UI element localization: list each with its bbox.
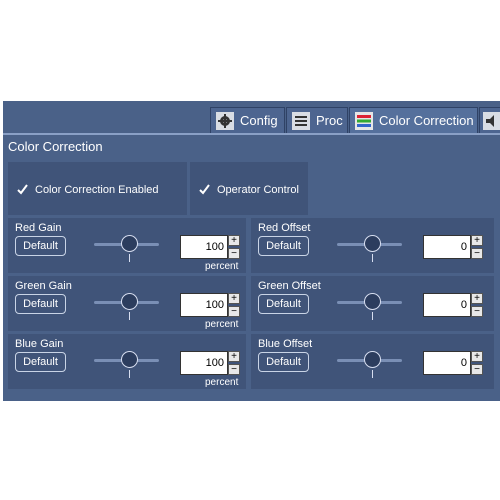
- red-gain-default-button[interactable]: Default: [15, 236, 66, 256]
- checkmark-icon: [198, 183, 211, 196]
- red-offset-input[interactable]: 0: [423, 235, 471, 259]
- operator-control-checkbox[interactable]: Operator Control: [198, 183, 299, 196]
- tab-config-label: Config: [240, 113, 278, 128]
- tab-proc-label: Proc: [316, 113, 343, 128]
- blue-gain-default-button[interactable]: Default: [15, 352, 66, 372]
- green-offset-slider-knob[interactable]: [364, 293, 381, 310]
- blue-offset-stepper[interactable]: + −: [471, 351, 483, 375]
- blue-gain-label: Blue Gain: [15, 338, 64, 350]
- cc-enabled-label: Color Correction Enabled: [35, 183, 159, 196]
- green-offset-label: Green Offset: [258, 280, 321, 292]
- blue-gain-slider-knob[interactable]: [121, 351, 138, 368]
- increment-button[interactable]: +: [228, 351, 240, 362]
- blue-offset-slider-knob[interactable]: [364, 351, 381, 368]
- tab-audio[interactable]: [479, 107, 500, 133]
- tab-proc[interactable]: Proc: [286, 107, 348, 133]
- section-title: Color Correction: [8, 139, 103, 154]
- slider-tick: [129, 312, 130, 320]
- red-gain-stepper[interactable]: + −: [228, 235, 240, 259]
- checkmark-icon: [16, 183, 29, 196]
- blue-offset-input[interactable]: 0: [423, 351, 471, 375]
- tab-color-correction[interactable]: Color Correction: [349, 107, 478, 133]
- slider-tick: [372, 254, 373, 262]
- green-gain-unit: percent: [205, 319, 239, 330]
- blue-gain-input[interactable]: 100: [180, 351, 228, 375]
- slider-tick: [372, 370, 373, 378]
- color-bars-icon: [355, 111, 373, 130]
- cc-enabled-box: Color Correction Enabled: [8, 162, 187, 215]
- increment-button[interactable]: +: [471, 293, 483, 304]
- red-gain-control: Red Gain Default 100 + − percent: [8, 218, 246, 273]
- green-gain-input[interactable]: 100: [180, 293, 228, 317]
- tab-config[interactable]: Config: [210, 107, 285, 133]
- green-gain-slider-knob[interactable]: [121, 293, 138, 310]
- green-offset-control: Green Offset Default 0 + −: [251, 276, 494, 331]
- green-gain-default-button[interactable]: Default: [15, 294, 66, 314]
- cc-enabled-checkbox[interactable]: Color Correction Enabled: [16, 183, 159, 196]
- decrement-button[interactable]: −: [471, 306, 483, 317]
- red-gain-slider-knob[interactable]: [121, 235, 138, 252]
- processing-icon: [292, 111, 310, 130]
- tab-underline: [3, 133, 500, 135]
- operator-control-box: Operator Control: [190, 162, 308, 215]
- increment-button[interactable]: +: [471, 351, 483, 362]
- red-offset-label: Red Offset: [258, 222, 311, 234]
- red-offset-control: Red Offset Default 0 + −: [251, 218, 494, 273]
- green-gain-stepper[interactable]: + −: [228, 293, 240, 317]
- increment-button[interactable]: +: [471, 235, 483, 246]
- green-offset-default-button[interactable]: Default: [258, 294, 309, 314]
- decrement-button[interactable]: −: [228, 364, 240, 375]
- blue-offset-default-button[interactable]: Default: [258, 352, 309, 372]
- slider-tick: [129, 254, 130, 262]
- red-gain-unit: percent: [205, 261, 239, 272]
- decrement-button[interactable]: −: [228, 248, 240, 259]
- red-offset-default-button[interactable]: Default: [258, 236, 309, 256]
- blue-offset-control: Blue Offset Default 0 + −: [251, 334, 494, 389]
- operator-control-label: Operator Control: [217, 183, 299, 196]
- gear-icon: [216, 111, 234, 130]
- green-offset-stepper[interactable]: + −: [471, 293, 483, 317]
- green-gain-control: Green Gain Default 100 + − percent: [8, 276, 246, 331]
- slider-tick: [372, 312, 373, 320]
- increment-button[interactable]: +: [228, 235, 240, 246]
- red-gain-input[interactable]: 100: [180, 235, 228, 259]
- color-correction-panel: Config Proc Color Correction Color Corre…: [3, 101, 500, 401]
- green-offset-input[interactable]: 0: [423, 293, 471, 317]
- green-gain-label: Green Gain: [15, 280, 72, 292]
- blue-gain-stepper[interactable]: + −: [228, 351, 240, 375]
- audio-icon: [483, 111, 500, 130]
- slider-tick: [129, 370, 130, 378]
- blue-gain-control: Blue Gain Default 100 + − percent: [8, 334, 246, 389]
- red-gain-label: Red Gain: [15, 222, 62, 234]
- tab-bar: Config Proc Color Correction: [3, 101, 500, 135]
- tab-color-correction-label: Color Correction: [379, 113, 474, 128]
- red-offset-stepper[interactable]: + −: [471, 235, 483, 259]
- decrement-button[interactable]: −: [228, 306, 240, 317]
- blue-gain-unit: percent: [205, 377, 239, 388]
- blue-offset-label: Blue Offset: [258, 338, 313, 350]
- decrement-button[interactable]: −: [471, 248, 483, 259]
- increment-button[interactable]: +: [228, 293, 240, 304]
- red-offset-slider-knob[interactable]: [364, 235, 381, 252]
- decrement-button[interactable]: −: [471, 364, 483, 375]
